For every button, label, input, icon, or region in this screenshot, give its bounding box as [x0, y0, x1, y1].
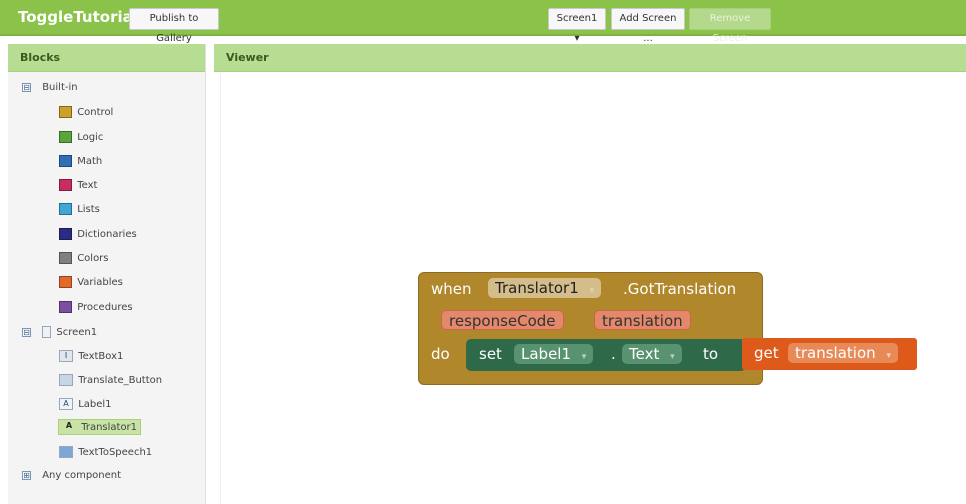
component-textbox1[interactable]: I TextBox1	[59, 350, 123, 362]
block-category-control[interactable]: Control	[59, 106, 113, 118]
collapse-icon[interactable]: ⊟	[22, 327, 31, 337]
set-keyword: set	[479, 345, 502, 363]
app-title: ToggleTutorial	[18, 8, 138, 26]
chevron-down-icon: ▾	[574, 33, 580, 44]
text-swatch-icon	[59, 179, 72, 191]
chevron-down-icon: ▾	[670, 352, 675, 362]
block-category-dictionaries[interactable]: Dictionaries	[59, 228, 137, 240]
component-translator1[interactable]: A Translator1	[58, 419, 142, 435]
param-response-code[interactable]: responseCode	[441, 310, 564, 330]
block-category-label: Control	[77, 107, 114, 118]
block-category-logic[interactable]: Logic	[59, 131, 103, 143]
block-category-label: Variables	[77, 277, 123, 288]
dictionaries-swatch-icon	[59, 228, 72, 240]
block-category-lists[interactable]: Lists	[59, 203, 100, 215]
blocks-panel: Blocks ⊟ Built-in Control Logic Math Tex…	[8, 44, 206, 504]
viewer-header: Viewer	[214, 44, 966, 72]
math-swatch-icon	[59, 155, 72, 167]
block-category-label: Lists	[77, 204, 100, 215]
get-translation-block[interactable]: get translation ▾	[742, 338, 917, 370]
label-icon: A	[59, 398, 73, 410]
chevron-down-icon: ▾	[589, 286, 595, 296]
speech-icon	[59, 446, 73, 458]
screen-label: Screen1	[56, 327, 98, 338]
param-translation[interactable]: translation	[594, 310, 691, 330]
component-label1[interactable]: A Label1	[59, 398, 112, 410]
expand-icon[interactable]: ⊞	[22, 470, 31, 480]
screen-select-label: Screen1	[556, 13, 598, 24]
variables-swatch-icon	[59, 276, 72, 288]
top-bar: ToggleTutorial Publish to Gallery Screen…	[0, 0, 966, 44]
setter-component-label: Label1	[521, 345, 572, 363]
block-category-text[interactable]: Text	[59, 179, 97, 191]
tree-builtin[interactable]: ⊟ Built-in	[22, 82, 78, 93]
screen-icon	[42, 326, 52, 338]
component-label: Translate_Button	[78, 375, 163, 386]
remove-screen-button[interactable]: Remove Screen	[689, 8, 771, 44]
lists-swatch-icon	[59, 203, 72, 215]
setter-component-dropdown[interactable]: Label1 ▾	[514, 344, 594, 364]
chevron-down-icon: ▾	[886, 351, 891, 361]
block-category-procedures[interactable]: Procedures	[59, 301, 133, 313]
component-label: Translator1	[81, 422, 138, 433]
logic-swatch-icon	[59, 131, 72, 143]
get-keyword: get	[754, 344, 779, 362]
block-category-label: Procedures	[77, 302, 133, 313]
procedures-swatch-icon	[59, 301, 72, 313]
collapse-icon[interactable]: ⊟	[22, 82, 31, 92]
when-keyword: when	[431, 280, 472, 298]
setter-property-label: Text	[629, 345, 660, 363]
tree-any-component[interactable]: ⊞ Any component	[22, 470, 121, 481]
component-label: Label1	[78, 399, 112, 410]
button-icon	[59, 374, 73, 386]
component-label: TextBox1	[78, 351, 124, 362]
block-category-label: Logic	[77, 132, 104, 143]
colors-swatch-icon	[59, 252, 72, 264]
textbox-icon: I	[59, 350, 73, 362]
control-swatch-icon	[59, 106, 72, 118]
component-texttospeech1[interactable]: TextToSpeech1	[59, 446, 152, 458]
block-category-variables[interactable]: Variables	[59, 276, 123, 288]
do-keyword: do	[431, 345, 450, 363]
event-component-label: Translator1	[495, 279, 579, 297]
block-category-label: Dictionaries	[77, 229, 137, 240]
publish-to-gallery-button[interactable]: Publish to Gallery	[129, 8, 219, 44]
builtin-label: Built-in	[42, 82, 78, 93]
to-keyword: to	[703, 345, 719, 363]
getter-variable-dropdown[interactable]: translation ▾	[788, 343, 898, 363]
set-label-text-block[interactable]: set Label1 ▾ . Text ▾ to	[466, 339, 746, 371]
setter-property-dropdown[interactable]: Text ▾	[622, 344, 682, 364]
any-component-label: Any component	[42, 470, 122, 481]
block-category-colors[interactable]: Colors	[59, 252, 109, 264]
translator-icon: A	[65, 421, 73, 430]
add-screen-button[interactable]: Add Screen ...	[611, 8, 685, 44]
blocks-header: Blocks	[8, 44, 205, 72]
block-category-label: Colors	[77, 253, 109, 264]
screen-select[interactable]: Screen1 ▾	[548, 8, 606, 44]
tree-screen1[interactable]: ⊟ Screen1	[22, 326, 97, 338]
dot-separator: .	[611, 345, 616, 363]
event-name: .GotTranslation	[623, 280, 737, 298]
event-component-dropdown[interactable]: Translator1 ▾	[488, 278, 602, 298]
component-label: TextToSpeech1	[78, 447, 153, 458]
chevron-down-icon: ▾	[581, 352, 587, 362]
block-category-math[interactable]: Math	[59, 155, 102, 167]
component-translate-button[interactable]: Translate_Button	[59, 374, 162, 386]
block-category-label: Math	[77, 156, 103, 167]
getter-variable-label: translation	[795, 344, 876, 362]
block-category-label: Text	[77, 180, 98, 191]
